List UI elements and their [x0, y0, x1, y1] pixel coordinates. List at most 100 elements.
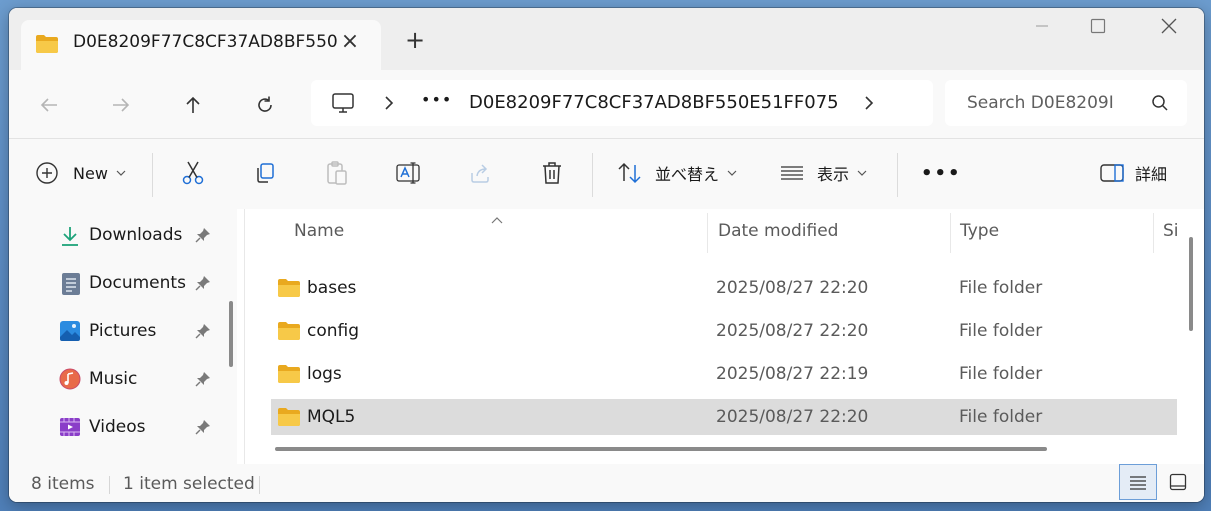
chevron-right-icon[interactable]: [863, 95, 875, 115]
table-row[interactable]: bases 2025/08/27 22:20 File folder: [271, 270, 1177, 306]
close-window-button[interactable]: [1149, 18, 1189, 40]
document-icon: [61, 272, 81, 300]
chevron-right-icon[interactable]: [383, 95, 395, 115]
refresh-icon: [258, 96, 272, 112]
back-button[interactable]: [31, 88, 67, 122]
cut-button[interactable]: [181, 153, 205, 193]
sidebar-item-label: Music: [89, 369, 138, 389]
sidebar-item-label: Videos: [89, 417, 146, 437]
forward-button[interactable]: [103, 88, 139, 122]
sidebar-item-label: Pictures: [89, 321, 157, 341]
sort-button[interactable]: 並べ替え: [617, 153, 737, 193]
sort-ascending-icon: [491, 209, 503, 228]
divider: [109, 476, 110, 494]
divider: [592, 153, 593, 197]
column-header-size[interactable]: Si: [1163, 221, 1183, 241]
table-row[interactable]: logs 2025/08/27 22:19 File folder: [271, 356, 1177, 392]
details-pane-button[interactable]: 詳細: [1099, 153, 1167, 193]
trash-icon: [543, 162, 561, 184]
tiles-view-button[interactable]: [1159, 464, 1197, 500]
search-box[interactable]: Search D0E8209I: [945, 80, 1187, 126]
download-icon: [59, 225, 81, 251]
new-button[interactable]: New: [35, 153, 126, 193]
breadcrumb-current[interactable]: D0E8209F77C8CF37AD8BF550E51FF075: [469, 92, 839, 113]
details-view-icon: [1130, 476, 1146, 490]
sidebar-scrollbar[interactable]: [229, 301, 233, 367]
status-bar: 8 items 1 item selected: [9, 464, 1204, 502]
file-name: logs: [307, 364, 342, 384]
folder-icon: [277, 321, 301, 345]
pin-icon: [195, 275, 211, 295]
explorer-window: D0E8209F77C8CF37AD8BF550 × + ••• D0E8209…: [9, 8, 1204, 502]
sidebar-item-label: Documents: [89, 273, 186, 293]
more-options-icon: •••: [921, 162, 962, 184]
selection-count: 1 item selected: [123, 474, 255, 494]
folder-icon: [277, 407, 301, 431]
chevron-down-icon: [857, 170, 867, 176]
view-label: 表示: [817, 165, 850, 184]
tab-close-button[interactable]: ×: [336, 28, 364, 56]
forward-arrow-icon: [113, 98, 130, 112]
divider: [152, 153, 153, 197]
back-arrow-icon: [40, 98, 57, 112]
tiles-view-icon: [1169, 473, 1187, 491]
view-button[interactable]: 表示: [779, 153, 867, 193]
sidebar-item-pictures[interactable]: Pictures: [57, 317, 222, 347]
music-icon: [59, 368, 81, 394]
column-header-name[interactable]: Name: [294, 221, 344, 241]
delete-button[interactable]: [541, 153, 563, 193]
search-input[interactable]: Search D0E8209I: [967, 93, 1152, 113]
title-bar: D0E8209F77C8CF37AD8BF550 × +: [9, 8, 1204, 72]
sidebar-item-documents[interactable]: Documents: [57, 269, 222, 299]
sidebar-item-downloads[interactable]: Downloads: [57, 221, 222, 251]
sidebar-item-music[interactable]: Music: [57, 365, 222, 395]
file-list: Name Date modified Type Si bases 2025/08…: [245, 209, 1204, 464]
sidebar-item-videos[interactable]: Videos: [57, 413, 222, 443]
share-button[interactable]: [468, 153, 492, 193]
minimize-button[interactable]: [1022, 18, 1062, 40]
scissors-icon: [182, 161, 204, 185]
pin-icon: [195, 419, 211, 439]
up-arrow-icon: [186, 96, 200, 113]
paste-button[interactable]: [325, 153, 349, 193]
clipboard-icon: [327, 161, 347, 185]
copy-icon: [257, 163, 274, 183]
column-divider[interactable]: [950, 213, 951, 253]
address-bar[interactable]: ••• D0E8209F77C8CF37AD8BF550E51FF075: [311, 80, 933, 126]
file-date: 2025/08/27 22:20: [716, 321, 869, 341]
details-label: 詳細: [1135, 165, 1168, 184]
table-row[interactable]: config 2025/08/27 22:20 File folder: [271, 313, 1177, 349]
vertical-scrollbar[interactable]: [1189, 237, 1193, 331]
table-row-selected[interactable]: MQL5 2025/08/27 22:20 File folder: [271, 399, 1177, 435]
copy-button[interactable]: [253, 153, 277, 193]
file-name: bases: [307, 278, 357, 298]
rename-button[interactable]: [395, 153, 421, 193]
rename-icon: [396, 162, 420, 184]
new-tab-button[interactable]: +: [401, 26, 429, 54]
details-view-button[interactable]: [1119, 464, 1157, 500]
column-header-type[interactable]: Type: [960, 221, 999, 241]
file-date: 2025/08/27 22:20: [716, 407, 869, 427]
file-name: MQL5: [307, 407, 356, 427]
file-name: config: [307, 321, 360, 341]
file-date: 2025/08/27 22:20: [716, 278, 869, 298]
pictures-icon: [59, 320, 81, 346]
more-options-button[interactable]: •••: [921, 153, 962, 193]
share-icon: [471, 164, 489, 183]
this-pc-icon[interactable]: [331, 91, 355, 119]
column-divider[interactable]: [1153, 213, 1154, 253]
breadcrumb-overflow-button[interactable]: •••: [421, 90, 452, 109]
horizontal-scrollbar[interactable]: [275, 447, 1047, 451]
column-divider[interactable]: [707, 213, 708, 253]
sort-icon: [618, 162, 641, 184]
details-pane-icon: [1100, 164, 1124, 182]
tab-current[interactable]: D0E8209F77C8CF37AD8BF550 ×: [21, 20, 381, 72]
list-view-icon: [781, 166, 803, 180]
up-button[interactable]: [175, 88, 211, 122]
plus-circle-icon: [36, 162, 58, 184]
maximize-button[interactable]: [1078, 18, 1118, 40]
folder-icon: [277, 278, 301, 302]
file-type: File folder: [959, 278, 1043, 298]
column-header-date[interactable]: Date modified: [718, 221, 838, 241]
refresh-button[interactable]: [247, 88, 283, 122]
